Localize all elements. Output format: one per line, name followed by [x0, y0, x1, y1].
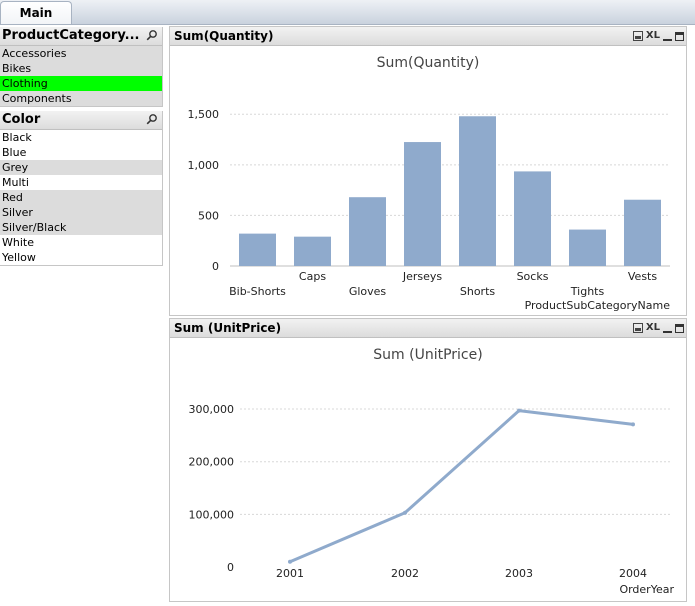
bar-caps[interactable] — [294, 236, 331, 266]
bar-shorts[interactable] — [459, 116, 496, 267]
y-tick-label: 200,000 — [189, 456, 235, 469]
listbox-item[interactable]: Bikes — [0, 61, 162, 76]
panel-title: Sum (UnitPrice) — [174, 321, 282, 335]
panel-caption: Sum (UnitPrice) XL — [170, 319, 686, 338]
x-tick-label: Socks — [517, 270, 549, 283]
listbox-item[interactable]: Silver — [0, 205, 162, 220]
data-point-2001[interactable] — [288, 559, 292, 564]
y-tick-label: 0 — [212, 260, 219, 273]
listbox-product-category: ProductCategory... Accessories Bikes Cloth… — [0, 27, 163, 107]
listbox-item[interactable]: Accessories — [0, 46, 162, 61]
send-to-excel-icon[interactable]: XL — [646, 322, 660, 334]
listbox-title: ProductCategory... — [2, 28, 140, 43]
listbox-item[interactable]: Yellow — [0, 250, 162, 265]
line-series[interactable] — [289, 409, 634, 564]
x-tick-label: 2002 — [391, 567, 419, 580]
x-tick-label: Jerseys — [402, 270, 443, 283]
y-tick-label: 300,000 — [189, 403, 235, 416]
minimize-icon[interactable] — [663, 39, 672, 41]
bar-vests[interactable] — [624, 199, 661, 266]
y-tick-label: 1,000 — [188, 159, 220, 172]
listbox-color: Color Black Blue Grey Multi Red Silver Silver/… — [0, 111, 163, 266]
x-tick-label: Gloves — [349, 285, 387, 298]
search-icon[interactable] — [146, 29, 158, 41]
bar-bib-shorts[interactable] — [239, 233, 276, 266]
listbox-item[interactable]: White — [0, 235, 162, 250]
listbox-item[interactable]: Grey — [0, 160, 162, 175]
x-tick-label: 2001 — [276, 567, 304, 580]
panel-caption: Sum(Quantity) XL — [170, 27, 686, 46]
x-tick-label: Vests — [628, 270, 657, 283]
x-tick-label: Shorts — [460, 285, 496, 298]
listbox-item[interactable]: Components — [0, 91, 162, 106]
listbox-title: Color — [2, 112, 41, 127]
y-tick-label: 500 — [198, 209, 219, 222]
x-axis-title: OrderYear — [619, 583, 674, 596]
listbox-item[interactable]: Blue — [0, 145, 162, 160]
x-tick-label: Caps — [299, 270, 326, 283]
chart-title: Sum(Quantity) — [377, 55, 480, 71]
x-tick-label: Bib-Shorts — [229, 285, 286, 298]
x-axis-title: ProductSubCategoryName — [525, 299, 671, 312]
print-icon[interactable] — [632, 31, 643, 41]
y-tick-label: 1,500 — [188, 108, 220, 121]
minimize-icon[interactable] — [663, 331, 672, 333]
data-point-2002[interactable] — [403, 510, 407, 515]
listbox-item[interactable]: Silver/Black — [0, 220, 162, 235]
listbox-item[interactable]: Clothing — [0, 76, 162, 91]
data-point-2004[interactable] — [631, 422, 635, 427]
listbox-item[interactable]: Red — [0, 190, 162, 205]
bar-tights[interactable] — [569, 229, 606, 266]
sheet-tab-bar: Main — [0, 0, 695, 25]
maximize-icon[interactable] — [675, 31, 684, 41]
listbox-caption: ProductCategory... — [0, 27, 162, 46]
send-to-excel-icon[interactable]: XL — [646, 30, 660, 42]
search-icon[interactable] — [146, 113, 158, 125]
chart-panel-quantity: Sum(Quantity) XL Sum(Quantity) 0 500 1,000 1… — [169, 26, 687, 316]
x-tick-label: 2004 — [619, 567, 647, 580]
listbox-caption: Color — [0, 111, 162, 130]
panel-title: Sum(Quantity) — [174, 29, 274, 43]
y-tick-label: 0 — [227, 561, 234, 574]
x-tick-label: Tights — [570, 285, 605, 298]
print-icon[interactable] — [632, 323, 643, 333]
bar-gloves[interactable] — [349, 197, 386, 266]
bar-jerseys[interactable] — [404, 142, 441, 266]
chart-title: Sum (UnitPrice) — [373, 347, 482, 363]
maximize-icon[interactable] — [675, 323, 684, 333]
bar-chart-quantity[interactable]: Sum(Quantity) 0 500 1,000 1,500 Bib-Shorts Cap… — [170, 46, 686, 314]
line-chart-unitprice[interactable]: Sum (UnitPrice) 0 100,000 200,000 300,000 200… — [170, 338, 686, 600]
listbox-item[interactable]: Black — [0, 130, 162, 145]
data-point-2003[interactable] — [517, 408, 521, 413]
bar-socks[interactable] — [514, 171, 551, 266]
x-tick-label: 2003 — [505, 567, 533, 580]
chart-panel-unitprice: Sum (UnitPrice) XL Sum (UnitPrice) 0 100,0… — [169, 318, 687, 602]
y-tick-label: 100,000 — [189, 508, 235, 521]
listbox-item[interactable]: Multi — [0, 175, 162, 190]
tab-main[interactable]: Main — [0, 1, 72, 24]
